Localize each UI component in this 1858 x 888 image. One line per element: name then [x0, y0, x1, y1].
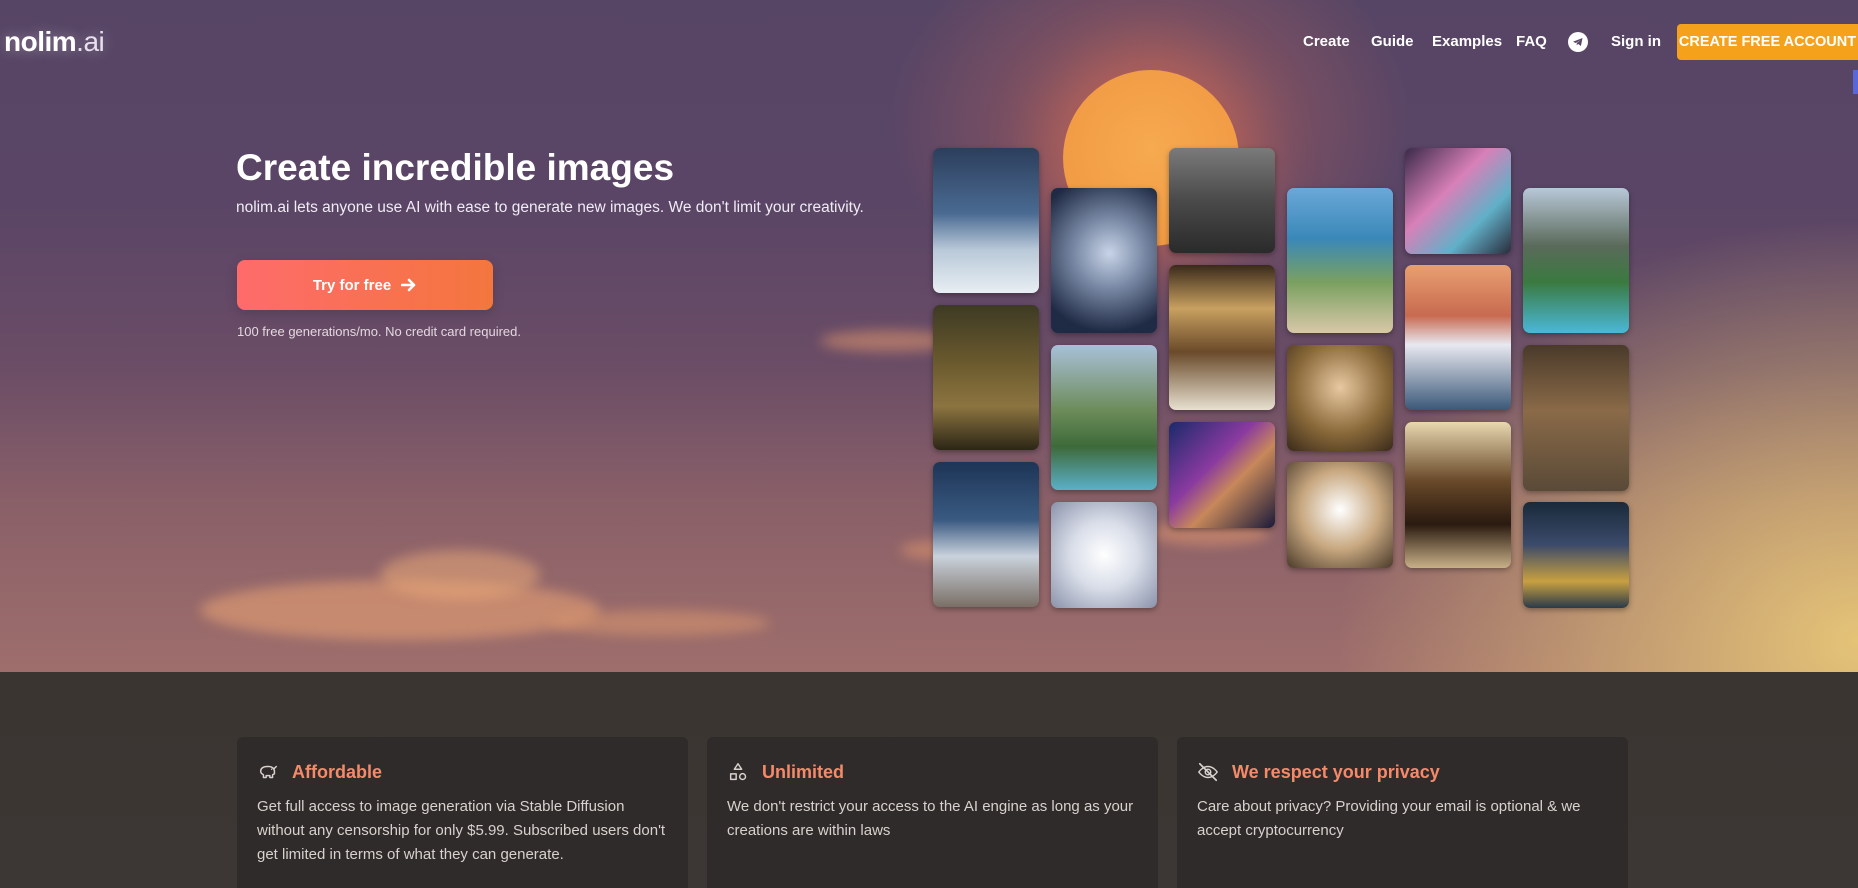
white-haired-woman-image[interactable] — [1051, 502, 1157, 608]
monkey-group-image[interactable] — [1523, 345, 1629, 491]
feature-card-privacy: We respect your privacy Care about priva… — [1177, 737, 1628, 888]
feature-title: Affordable — [292, 762, 382, 782]
telegram-icon[interactable] — [1568, 32, 1588, 52]
feature-card-affordable: Affordable Get full access to image gene… — [237, 737, 688, 888]
create-free-account-button[interactable]: CREATE FREE ACCOUNT — [1677, 24, 1858, 60]
feature-title: Unlimited — [762, 762, 845, 782]
renaissance-woman-image[interactable] — [1287, 345, 1393, 451]
hero-headline: Create incredible images — [236, 147, 675, 188]
dog-bunny-hat-image[interactable] — [1287, 462, 1393, 568]
chandelier-lobby-image[interactable] — [1169, 265, 1275, 410]
cyberpunk-bearded-man-image[interactable] — [1169, 422, 1275, 528]
nav-create[interactable]: Create — [1303, 32, 1350, 52]
eye-slash-icon — [1197, 762, 1219, 782]
nav-faq[interactable]: FAQ — [1516, 32, 1547, 52]
shapes-icon — [729, 763, 747, 781]
arrow-right-icon — [401, 278, 416, 292]
try-for-free-label: Try for free — [312, 276, 392, 294]
feature-body: We don't restrict your access to the AI … — [727, 798, 1134, 839]
robot-woman-image[interactable] — [1051, 188, 1157, 333]
try-for-free-button[interactable]: Try for free — [237, 260, 493, 310]
logo[interactable]: nolim.ai — [4, 26, 105, 58]
nav-guide[interactable]: Guide — [1371, 32, 1414, 52]
mountain-night-image[interactable] — [933, 148, 1039, 293]
cloud-decoration — [550, 610, 770, 636]
hero-subline: nolim.ai lets anyone use AI with ease to… — [236, 199, 864, 216]
luxury-hallway-image[interactable] — [1405, 422, 1511, 568]
feature-body: Get full access to image generation via … — [257, 798, 666, 863]
night-city-image[interactable] — [1523, 502, 1629, 608]
sign-in-link[interactable]: Sign in — [1611, 32, 1661, 52]
red-mountains-image[interactable] — [1405, 265, 1511, 410]
pastel-hair-girl-image[interactable] — [1405, 148, 1511, 254]
hero-note: 100 free generations/mo. No credit card … — [237, 324, 521, 339]
modern-house-pool-image[interactable] — [1523, 188, 1629, 333]
feature-card-unlimited: Unlimited We don't restrict your access … — [707, 737, 1158, 888]
scroll-indicator — [1853, 70, 1858, 94]
cloud-decoration — [380, 550, 540, 600]
glass-house-pool-image[interactable] — [1051, 345, 1157, 490]
feature-body: Care about privacy? Providing your email… — [1197, 798, 1581, 839]
hero-section: nolim.ai Create Guide Examples FAQ Sign … — [0, 0, 1858, 672]
coastal-villa-image[interactable] — [1287, 188, 1393, 333]
monkey-family-portrait-image[interactable] — [933, 305, 1039, 450]
top-navigation: nolim.ai Create Guide Examples FAQ Sign … — [0, 0, 1858, 94]
feature-title: We respect your privacy — [1232, 762, 1440, 782]
man-ruined-city-image[interactable] — [1169, 148, 1275, 253]
snowy-peaks-image[interactable] — [933, 462, 1039, 607]
piggy-bank-icon — [259, 765, 277, 779]
nav-examples[interactable]: Examples — [1432, 32, 1502, 52]
